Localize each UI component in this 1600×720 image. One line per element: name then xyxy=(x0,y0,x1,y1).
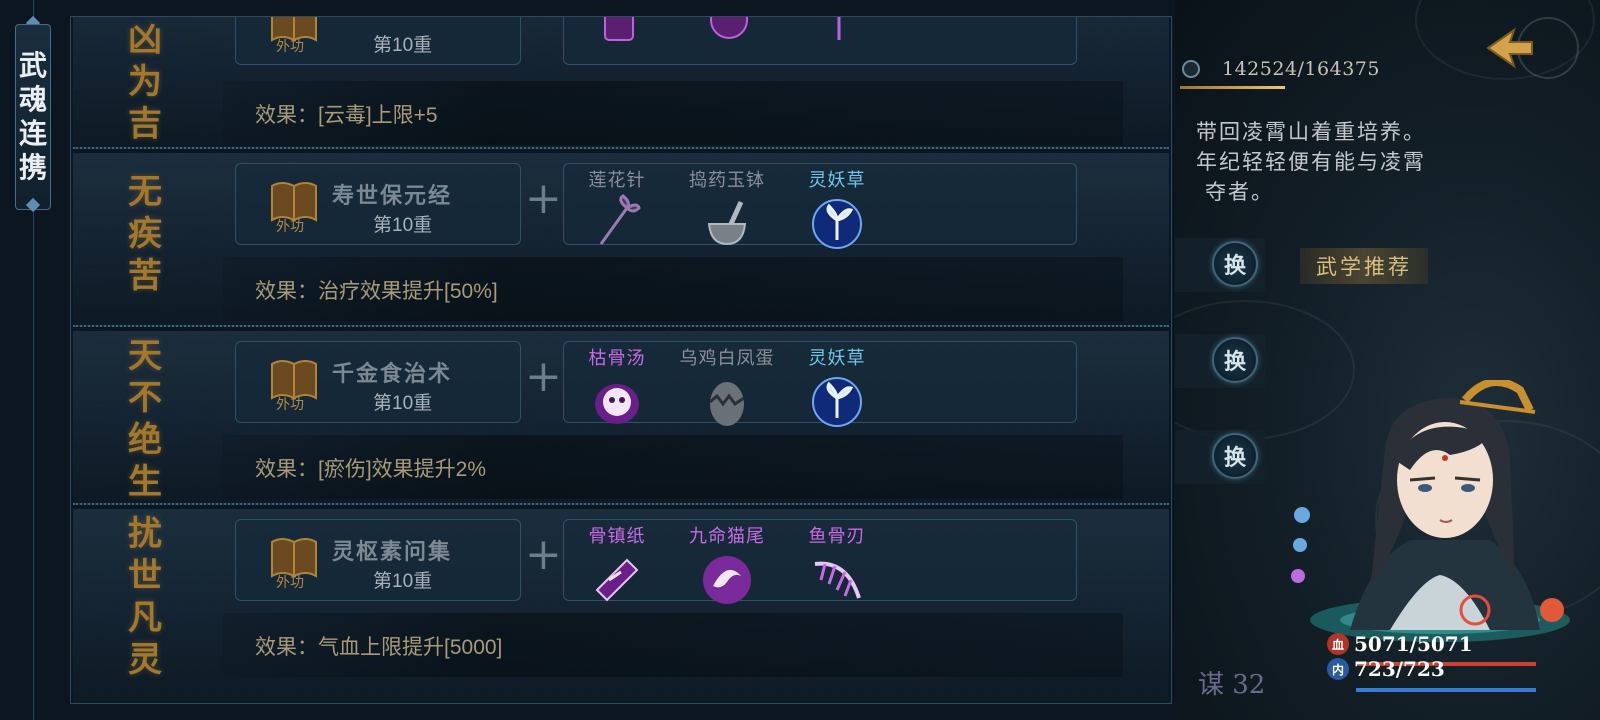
materials-slot: 骨镇纸 九命猫尾 鱼骨刃 xyxy=(563,519,1077,604)
material-label: 九命猫尾 xyxy=(689,526,765,547)
bottom-stat-label: 谋 32 xyxy=(1198,670,1266,700)
material-label: 莲花针 xyxy=(588,170,646,191)
skill-book-slot[interactable]: 外功 寿世保元经 第10重 xyxy=(235,163,521,245)
book-type-label: 外功 xyxy=(276,397,304,413)
material-label: 枯骨汤 xyxy=(588,348,646,369)
book-level: 第10重 xyxy=(373,393,433,414)
plus-icon: + xyxy=(525,529,562,580)
combo-row[interactable]: 无 疾 苦 外功 寿世保元经 第10重 + 莲花针 捣药玉钵 灵妖草 效果：治疗… xyxy=(73,153,1169,327)
hp-value: 5071/5071 xyxy=(1354,632,1473,656)
book-name: 寿世保元经 xyxy=(332,183,453,209)
material-label: 鱼骨刃 xyxy=(808,526,866,547)
material-item[interactable]: 枯骨汤 xyxy=(572,344,662,430)
combo-row[interactable]: 凶 为 吉 外功 第10重 效果：[云毒]上限+5 xyxy=(73,17,1169,149)
book-type-label: 外功 xyxy=(276,575,304,591)
egg-icon xyxy=(709,382,745,426)
combo-title: 天 不 绝 生 xyxy=(128,336,162,502)
tab-char: 魂 xyxy=(18,83,47,116)
material-item[interactable]: 灵妖草 xyxy=(792,166,882,252)
mp-icon: 内 xyxy=(1327,658,1349,680)
exp-value: 142524/164375 xyxy=(1222,58,1380,80)
bio-line-3: 夺者。 xyxy=(1205,180,1274,204)
plus-icon: + xyxy=(525,351,562,402)
book-name: 灵枢素问集 xyxy=(332,539,453,565)
tab-wuhun-lianxie[interactable]: 武 魂 连 携 xyxy=(15,24,51,210)
material-item[interactable]: 骨镇纸 xyxy=(572,522,662,608)
dragon-icon xyxy=(710,17,748,39)
swap-button[interactable]: 换 xyxy=(1212,241,1258,287)
material-item[interactable]: 莲花针 xyxy=(572,166,662,252)
materials-slot xyxy=(563,17,1077,65)
book-level: 第10重 xyxy=(373,35,433,56)
fishbone-blade-icon xyxy=(814,561,861,599)
combo-list-panel[interactable]: 凶 为 吉 外功 第10重 效果：[云毒]上限+5 无 疾 苦 外功 寿世保元经… xyxy=(70,16,1172,704)
combo-effect: 效果：[瘀伤]效果提升2% xyxy=(255,458,487,481)
material-label: 灵妖草 xyxy=(808,348,866,369)
spirit-herb-icon xyxy=(812,199,862,249)
material-item[interactable] xyxy=(684,17,774,48)
material-label: 捣药玉钵 xyxy=(689,170,765,191)
flower-icon xyxy=(837,17,841,40)
back-arrow-icon[interactable] xyxy=(1470,8,1590,88)
materials-slot: 莲花针 捣药玉钵 灵妖草 xyxy=(563,163,1077,249)
tab-char: 武 xyxy=(18,49,47,82)
skull-soup-icon xyxy=(595,384,639,424)
exp-icon xyxy=(1182,60,1200,78)
swap-button[interactable]: 换 xyxy=(1212,433,1258,479)
mortar-icon xyxy=(707,200,747,246)
material-item[interactable]: 九命猫尾 xyxy=(682,522,772,608)
bone-paperweight-icon xyxy=(595,558,639,602)
lotus-needle-icon xyxy=(599,194,641,245)
combo-effect: 效果：[云毒]上限+5 xyxy=(255,104,438,127)
material-item[interactable]: 灵妖草 xyxy=(792,344,882,430)
combo-effect: 效果：治疗效果提升[50%] xyxy=(255,280,498,303)
book-name: 千金食治术 xyxy=(332,361,453,387)
mp-bar xyxy=(1356,688,1536,692)
combo-row[interactable]: 扰 世 凡 灵 外功 灵枢素问集 第10重 + 骨镇纸 九命猫尾 鱼骨刃 效果：… xyxy=(73,509,1169,703)
hp-stat: 血 5071/5071 xyxy=(1327,632,1473,656)
skill-book-slot[interactable]: 外功 灵枢素问集 第10重 xyxy=(235,519,521,601)
materials-slot: 枯骨汤 乌鸡白凤蛋 灵妖草 xyxy=(563,341,1077,427)
material-item[interactable] xyxy=(794,17,884,48)
material-item[interactable] xyxy=(574,17,664,48)
skill-book-slot[interactable]: 外功 第10重 xyxy=(235,17,521,65)
exp-bar xyxy=(1180,86,1285,89)
material-item[interactable]: 鱼骨刃 xyxy=(792,522,882,608)
bio-line-2: 年纪轻轻便有能与凌霄 xyxy=(1196,150,1426,174)
skill-recommend-button[interactable]: 武学推荐 xyxy=(1300,248,1428,284)
material-label: 骨镇纸 xyxy=(588,526,646,547)
material-item[interactable]: 捣药玉钵 xyxy=(682,166,772,252)
mp-value: 723/723 xyxy=(1354,657,1445,681)
material-label: 灵妖草 xyxy=(808,170,866,191)
book-level: 第10重 xyxy=(373,571,433,592)
material-label: 乌鸡白凤蛋 xyxy=(679,348,775,369)
skill-book-slot[interactable]: 外功 千金食治术 第10重 xyxy=(235,341,521,423)
book-level: 第10重 xyxy=(373,215,433,236)
cat-tail-icon xyxy=(703,556,751,604)
book-type-label: 外功 xyxy=(276,39,304,55)
scroll-icon xyxy=(604,17,634,41)
combo-effect: 效果：气血上限提升[5000] xyxy=(255,636,503,659)
tab-char: 携 xyxy=(18,151,47,184)
spirit-herb-icon xyxy=(812,377,862,427)
book-type-label: 外功 xyxy=(276,219,304,235)
bio-line-1: 带回凌霄山着重培养。 xyxy=(1196,120,1426,144)
character-portrait xyxy=(1291,380,1570,642)
swap-button[interactable]: 换 xyxy=(1212,337,1258,383)
material-item[interactable]: 乌鸡白凤蛋 xyxy=(672,344,782,430)
hp-icon: 血 xyxy=(1327,633,1349,655)
mp-stat: 内 723/723 xyxy=(1327,657,1445,681)
tab-char: 连 xyxy=(18,117,47,150)
combo-row[interactable]: 天 不 绝 生 外功 千金食治术 第10重 + 枯骨汤 乌鸡白凤蛋 灵妖草 效果… xyxy=(73,331,1169,505)
combo-title: 无 疾 苦 xyxy=(128,172,162,296)
combo-title: 凶 为 吉 xyxy=(128,20,162,144)
plus-icon: + xyxy=(525,173,562,224)
combo-title: 扰 世 凡 灵 xyxy=(128,514,162,680)
